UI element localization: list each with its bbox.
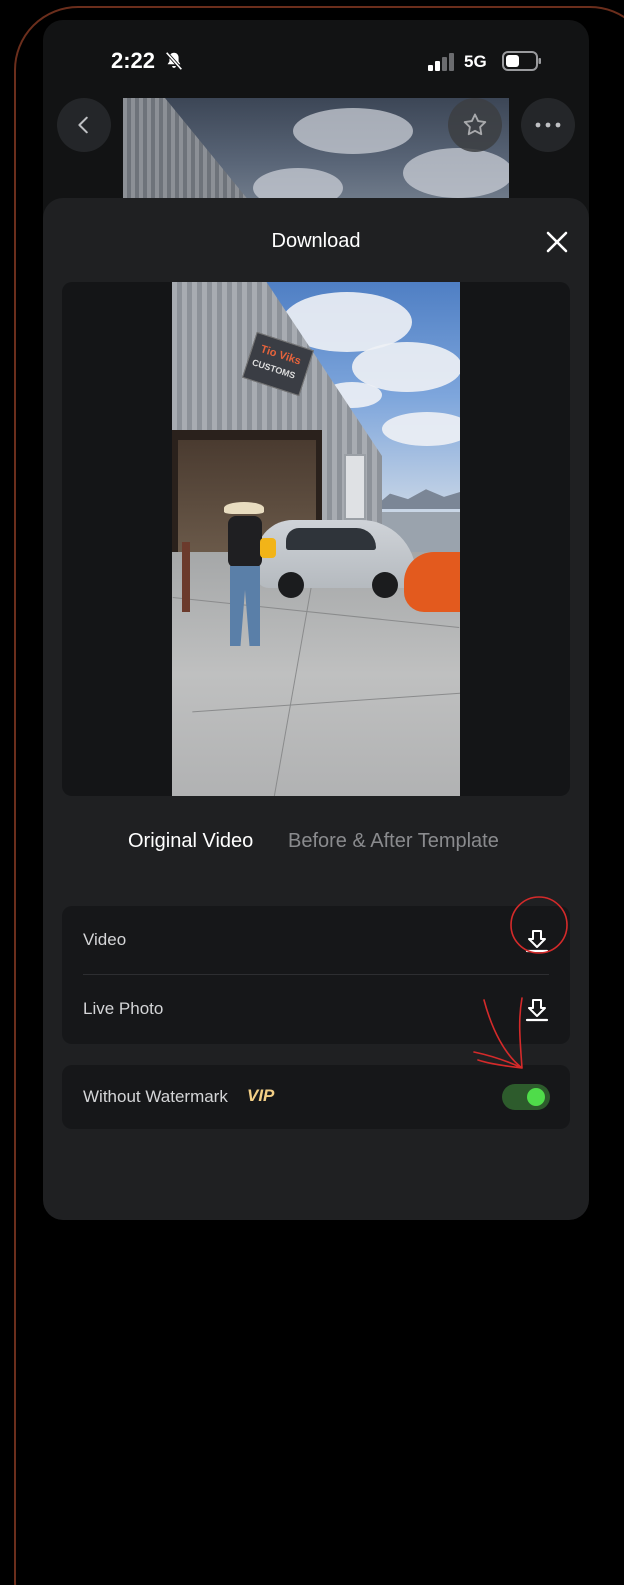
download-options-card: Video Live Photo xyxy=(62,906,570,1044)
video-preview: Tio Viks CUSTOMS xyxy=(62,282,570,796)
person xyxy=(220,502,276,652)
live-photo-label: Live Photo xyxy=(83,999,164,1018)
app-screen: 2:22 5G Download Tio Viks CUSTOMS Origin… xyxy=(43,20,589,1220)
status-time: 2:22 xyxy=(111,48,156,73)
tab-original-video[interactable]: Original Video xyxy=(128,830,253,853)
network-type: 5G xyxy=(464,52,487,71)
vip-badge: VIP xyxy=(247,1086,275,1105)
more-icon xyxy=(535,122,561,128)
video-frame: Tio Viks CUSTOMS xyxy=(172,282,460,796)
download-tabs: Original Video Before & After Template xyxy=(43,830,589,860)
download-sheet: Download Tio Viks CUSTOMS Original Video… xyxy=(43,198,589,1220)
without-watermark-toggle[interactable] xyxy=(502,1084,550,1110)
bell-slash-icon xyxy=(165,51,183,71)
favorite-button[interactable] xyxy=(448,98,502,152)
download-video-row[interactable]: Video xyxy=(62,906,570,975)
without-watermark-label: Without Watermark xyxy=(83,1087,228,1106)
silver-car xyxy=(256,520,416,598)
signal-icon xyxy=(428,53,454,71)
download-icon[interactable] xyxy=(524,928,550,954)
video-label: Video xyxy=(83,930,127,949)
more-options-button[interactable] xyxy=(521,98,575,152)
chevron-left-icon xyxy=(78,116,88,134)
star-icon xyxy=(463,113,487,136)
battery-icon xyxy=(502,51,541,71)
orange-car xyxy=(404,552,460,612)
download-icon[interactable] xyxy=(524,997,550,1023)
tab-before-after-template[interactable]: Before & After Template xyxy=(288,830,499,853)
toggle-knob xyxy=(527,1088,545,1106)
watermark-card: Without Watermark VIP xyxy=(62,1065,570,1129)
back-button[interactable] xyxy=(57,98,111,152)
status-bar: 2:22 5G xyxy=(43,20,589,100)
download-live-photo-row[interactable]: Live Photo xyxy=(62,975,570,1044)
close-icon[interactable] xyxy=(543,228,571,256)
sheet-title: Download xyxy=(271,230,361,252)
